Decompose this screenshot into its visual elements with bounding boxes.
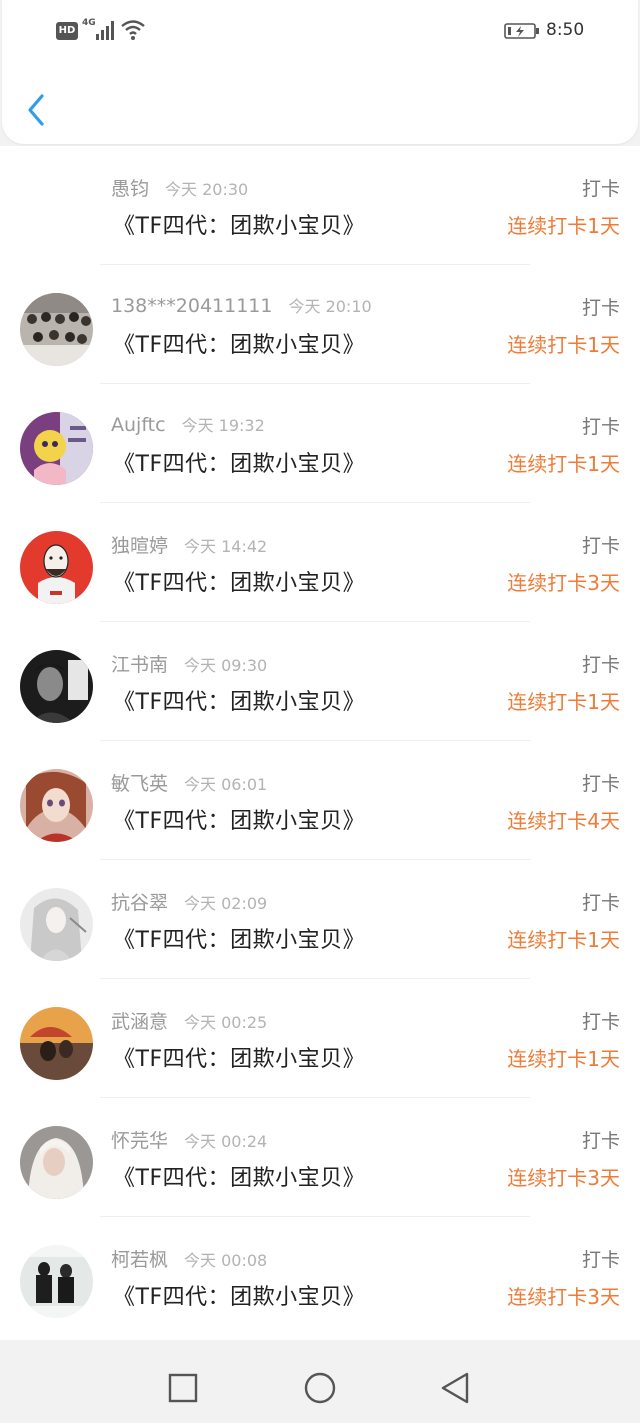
user-name-row: 抗谷翠 今天 02:09	[111, 888, 267, 915]
list-item[interactable]: Aujftc 今天 19:32 《TF四代：团欺小宝贝》 打卡 连续打卡1天	[0, 384, 640, 503]
list-item[interactable]: 敏飞英 今天 06:01 《TF四代：团欺小宝贝》 打卡 连续打卡4天	[0, 741, 640, 860]
book-title: 《TF四代：团欺小宝贝》	[113, 452, 366, 477]
checkin-list: 愚钧 今天 20:30 《TF四代：团欺小宝贝》 打卡 连续打卡1天 138***…	[0, 146, 640, 1340]
checkin-time: 今天 06:01	[184, 775, 268, 794]
avatar[interactable]	[20, 1126, 93, 1199]
checkin-time: 今天 00:24	[184, 1132, 268, 1151]
book-title: 《TF四代：团欺小宝贝》	[113, 690, 366, 715]
streak-label: 连续打卡4天	[507, 809, 620, 833]
streak-label: 连续打卡1天	[507, 928, 620, 952]
user-name-row: 江书南 今天 09:30	[111, 650, 267, 677]
avatar[interactable]	[20, 531, 93, 604]
top-header: HD 4G 8:50	[2, 0, 638, 144]
list-item[interactable]: 138***20411111 今天 20:10 《TF四代：团欺小宝贝》 打卡 连…	[0, 265, 640, 384]
book-title: 《TF四代：团欺小宝贝》	[113, 571, 366, 596]
streak-label: 连续打卡1天	[507, 214, 620, 238]
user-name: 138***20411111	[111, 295, 273, 317]
checkin-label: 打卡	[581, 178, 620, 200]
streak-label: 连续打卡1天	[507, 333, 620, 357]
checkin-label: 打卡	[581, 535, 620, 557]
list-item[interactable]: 怀芫华 今天 00:24 《TF四代：团欺小宝贝》 打卡 连续打卡3天	[0, 1098, 640, 1217]
list-item[interactable]: 柯若枫 今天 00:08 《TF四代：团欺小宝贝》 打卡 连续打卡3天	[0, 1217, 640, 1336]
checkin-time: 今天 20:30	[165, 180, 249, 199]
chevron-left-icon[interactable]	[24, 92, 52, 128]
checkin-label: 打卡	[581, 773, 620, 795]
wifi-icon	[121, 20, 145, 40]
user-name-row: 武涵意 今天 00:25	[111, 1007, 267, 1034]
user-name: 柯若枫	[111, 1249, 169, 1271]
avatar[interactable]	[20, 769, 93, 842]
avatar[interactable]	[20, 1245, 93, 1318]
checkin-time: 今天 02:09	[184, 894, 268, 913]
square-recents-icon[interactable]	[165, 1370, 201, 1406]
streak-label: 连续打卡3天	[507, 1285, 620, 1309]
user-name: 敏飞英	[111, 773, 169, 795]
signal-icon: 4G	[82, 18, 114, 40]
checkin-label: 打卡	[581, 416, 620, 438]
user-name: Aujftc	[111, 414, 166, 436]
checkin-time: 今天 00:08	[184, 1251, 268, 1270]
network-type-label: 4G	[82, 18, 96, 28]
list-item[interactable]: 抗谷翠 今天 02:09 《TF四代：团欺小宝贝》 打卡 连续打卡1天	[0, 860, 640, 979]
user-name-row: 愚钧 今天 20:30	[111, 174, 248, 201]
user-name-row: 独暄婷 今天 14:42	[111, 531, 267, 558]
book-title: 《TF四代：团欺小宝贝》	[113, 1285, 366, 1310]
checkin-time: 今天 14:42	[184, 537, 268, 556]
streak-label: 连续打卡1天	[507, 452, 620, 476]
avatar[interactable]	[20, 888, 93, 961]
triangle-back-icon[interactable]	[437, 1370, 473, 1406]
user-name: 怀芫华	[111, 1130, 169, 1152]
checkin-time: 今天 19:32	[181, 416, 265, 435]
list-item[interactable]: 愚钧 今天 20:30 《TF四代：团欺小宝贝》 打卡 连续打卡1天	[0, 146, 640, 265]
book-title: 《TF四代：团欺小宝贝》	[113, 333, 366, 358]
battery-charging-icon	[504, 23, 539, 39]
book-title: 《TF四代：团欺小宝贝》	[113, 1047, 366, 1072]
system-nav-bar	[0, 1352, 640, 1423]
streak-label: 连续打卡3天	[507, 571, 620, 595]
user-name-row: Aujftc 今天 19:32	[111, 412, 265, 436]
checkin-label: 打卡	[581, 654, 620, 676]
user-name-row: 怀芫华 今天 00:24	[111, 1126, 267, 1153]
checkin-time: 今天 00:25	[184, 1013, 268, 1032]
avatar[interactable]	[20, 293, 93, 366]
checkin-time: 今天 09:30	[184, 656, 268, 675]
circle-home-icon[interactable]	[302, 1370, 338, 1406]
streak-label: 连续打卡1天	[507, 690, 620, 714]
book-title: 《TF四代：团欺小宝贝》	[113, 809, 366, 834]
streak-label: 连续打卡1天	[507, 1047, 620, 1071]
list-item[interactable]: 武涵意 今天 00:25 《TF四代：团欺小宝贝》 打卡 连续打卡1天	[0, 979, 640, 1098]
user-name: 武涵意	[111, 1011, 169, 1033]
checkin-time: 今天 20:10	[288, 297, 372, 316]
status-bar: HD 4G 8:50	[2, 0, 638, 64]
user-name: 江书南	[111, 654, 169, 676]
book-title: 《TF四代：团欺小宝贝》	[113, 214, 366, 239]
avatar[interactable]	[20, 412, 93, 485]
checkin-label: 打卡	[581, 1130, 620, 1152]
user-name-row: 138***20411111 今天 20:10	[111, 293, 372, 317]
status-clock: 8:50	[546, 20, 585, 40]
checkin-label: 打卡	[581, 297, 620, 319]
checkin-label: 打卡	[581, 1249, 620, 1271]
user-name: 愚钧	[111, 178, 150, 200]
user-name-row: 柯若枫 今天 00:08	[111, 1245, 267, 1272]
checkin-label: 打卡	[581, 1011, 620, 1033]
avatar[interactable]	[20, 1007, 93, 1080]
avatar[interactable]	[20, 650, 93, 723]
list-item[interactable]: 江书南 今天 09:30 《TF四代：团欺小宝贝》 打卡 连续打卡1天	[0, 622, 640, 741]
checkin-label: 打卡	[581, 892, 620, 914]
book-title: 《TF四代：团欺小宝贝》	[113, 1166, 366, 1191]
list-item[interactable]: 独暄婷 今天 14:42 《TF四代：团欺小宝贝》 打卡 连续打卡3天	[0, 503, 640, 622]
book-title: 《TF四代：团欺小宝贝》	[113, 928, 366, 953]
user-name: 抗谷翠	[111, 892, 169, 914]
hd-icon: HD	[56, 22, 78, 40]
streak-label: 连续打卡3天	[507, 1166, 620, 1190]
user-name: 独暄婷	[111, 535, 169, 557]
user-name-row: 敏飞英 今天 06:01	[111, 769, 267, 796]
